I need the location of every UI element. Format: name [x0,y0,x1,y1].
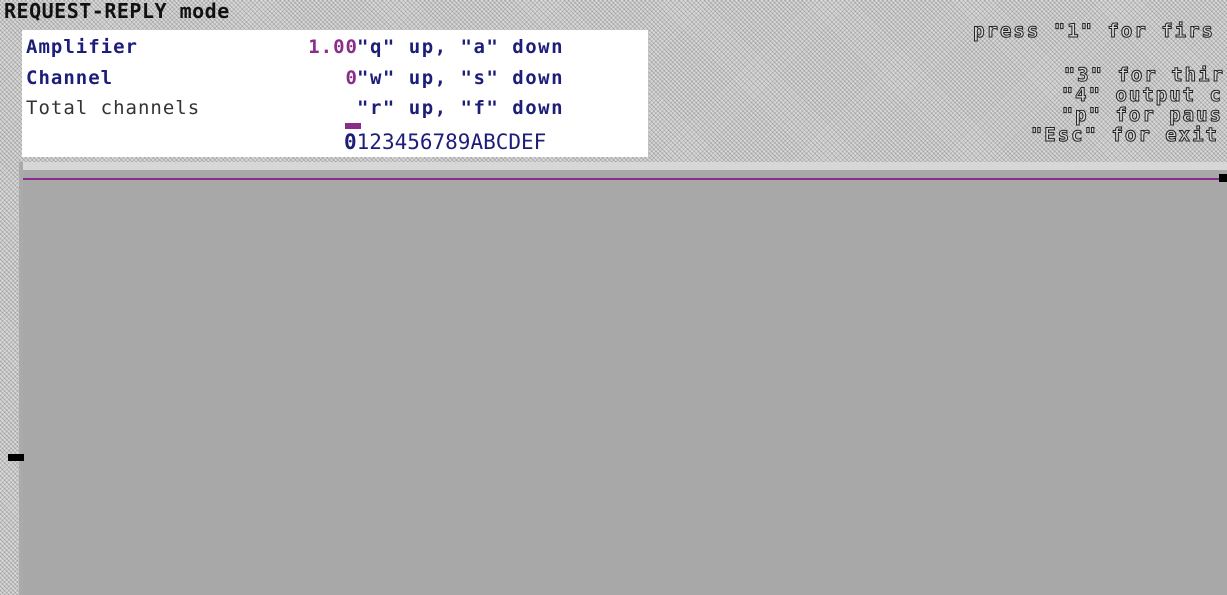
signal-plot-area [23,162,1227,595]
channel-label: Channel [26,67,114,89]
channel-row: Channel 0 "w" up, "s" down [22,63,648,93]
total-channels-row: Total channels "r" up, "f" down [22,93,648,123]
help-line-third: "3" for thir [1063,64,1225,87]
zero-level-marker [8,454,24,461]
plot-top-border [23,162,1227,170]
channel-strip-rest: 123456789ABCDEF [356,130,547,154]
channel-keys-hint: "w" up, "s" down [357,67,565,89]
total-channels-label: Total channels [26,97,201,119]
channel-strip: 0123456789ABCDEF [344,129,546,155]
total-channels-keys-hint: "r" up, "f" down [357,97,565,119]
help-block: press "1" for firs "3" for thir "4" outp… [867,20,1227,160]
amplitude-right-tick [1219,174,1227,182]
plot-left-axis [19,162,23,595]
amplifier-row: Amplifier 1.00 "q" up, "a" down [22,32,648,62]
help-line-output: "4" output c [1061,84,1223,107]
channel-strip-selected: 0 [344,130,357,154]
mode-title: REQUEST-REPLY mode [4,0,230,23]
help-line-first: press "1" for firs [973,20,1215,43]
help-line-pause: "p" for paus [1061,104,1223,127]
control-panel: Amplifier 1.00 "q" up, "a" down Channel … [22,30,648,157]
help-line-exit: "Esc" for exit [1030,124,1219,147]
amplitude-line [23,178,1223,180]
amplifier-value: 1.00 [308,36,358,58]
amplifier-label: Amplifier [26,36,138,58]
amplifier-keys-hint: "q" up, "a" down [357,36,565,58]
